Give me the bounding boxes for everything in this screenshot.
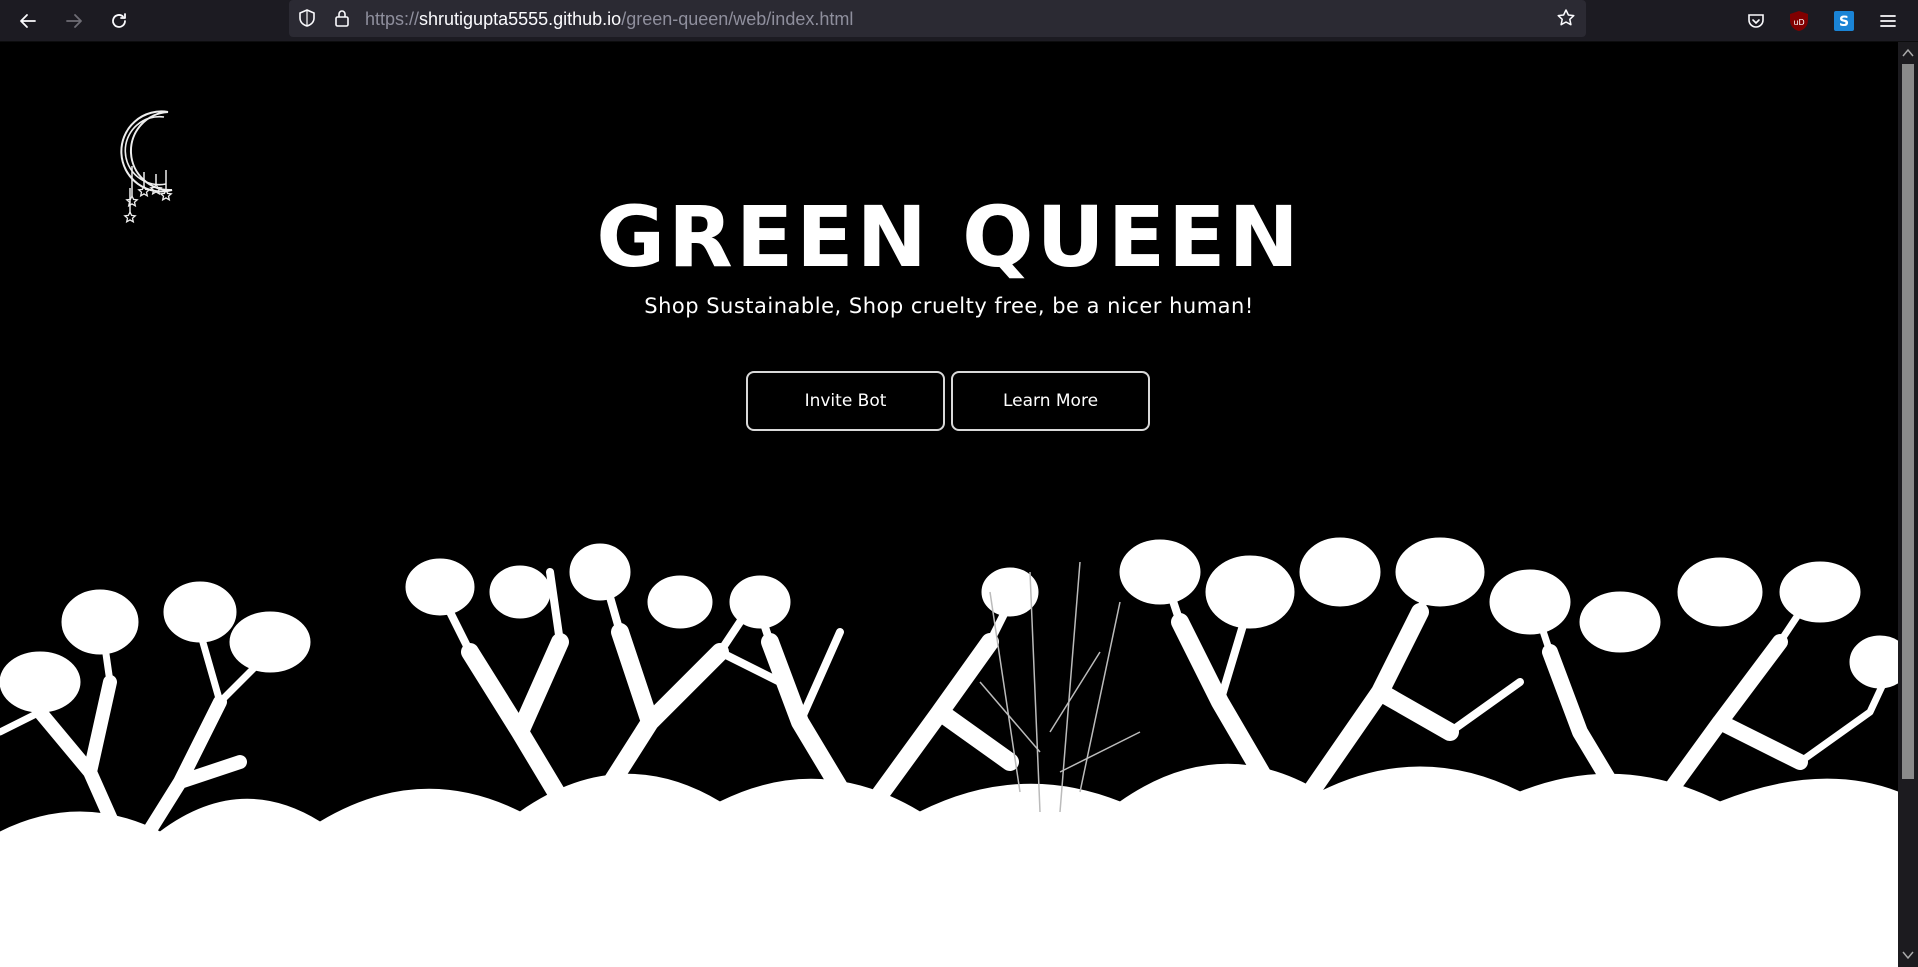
extension-s-letter: S <box>1839 14 1849 30</box>
reload-icon <box>112 13 126 28</box>
browser-toolbar: https://shrutigupta5555.github.io/green-… <box>0 0 1918 42</box>
back-icon <box>20 14 36 28</box>
page-viewport: GREEN QUEEN Shop Sustainable, Shop cruel… <box>0 42 1898 967</box>
scroll-down-arrow-icon[interactable] <box>1902 950 1914 960</box>
pocket-button[interactable] <box>1739 4 1773 38</box>
pocket-icon <box>1748 14 1764 28</box>
url-bar[interactable]: https://shrutigupta5555.github.io/green-… <box>289 0 1586 37</box>
menu-button[interactable] <box>1871 4 1905 38</box>
learn-more-button[interactable]: Learn More <box>951 371 1150 431</box>
shield-icon[interactable] <box>297 8 317 28</box>
extension-s-button[interactable]: S <box>1827 4 1861 38</box>
url-path: /green-queen/web/index.html <box>621 9 854 29</box>
scroll-up-arrow-icon[interactable] <box>1902 48 1914 58</box>
bookmark-star-icon[interactable] <box>1556 8 1576 28</box>
extension-s-icon: S <box>1834 11 1854 31</box>
ublock-badge-text: uD <box>1793 18 1804 27</box>
hero-subtitle: Shop Sustainable, Shop cruelty free, be … <box>644 294 1254 318</box>
reload-button[interactable] <box>101 4 137 38</box>
url-host: shrutigupta5555.github.io <box>419 9 622 29</box>
url-scheme: https:// <box>365 9 420 29</box>
tree-silhouettes-illustration <box>0 537 1898 967</box>
back-button[interactable] <box>10 4 46 38</box>
page-title: GREEN QUEEN <box>596 188 1302 286</box>
menu-icon <box>1880 15 1896 27</box>
invite-bot-button[interactable]: Invite Bot <box>746 371 945 431</box>
lock-icon[interactable] <box>332 8 352 28</box>
ublock-button[interactable]: uD <box>1782 4 1816 38</box>
forward-button[interactable] <box>56 4 92 38</box>
forward-icon <box>66 14 82 28</box>
ublock-icon: uD <box>1790 11 1808 31</box>
url-text[interactable]: https://shrutigupta5555.github.io/green-… <box>365 8 853 30</box>
scrollbar-thumb[interactable] <box>1902 64 1914 779</box>
page-scrollbar[interactable] <box>1898 42 1918 967</box>
